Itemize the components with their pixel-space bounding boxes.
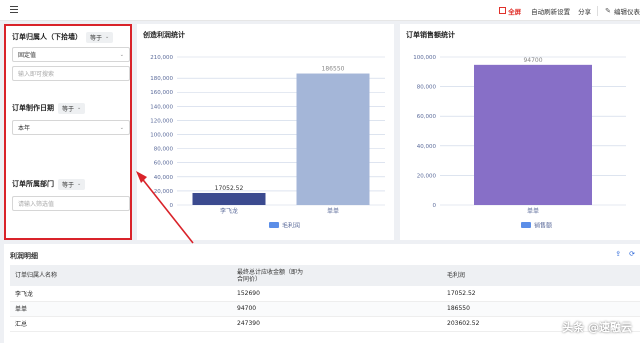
y-tick-label: 100,000 (150, 133, 173, 139)
profit-detail-card: 利润明细 ⇪ ⟳ 订单归属人名称 最终总计应收金额（即为 合同价） 毛利润 李飞… (4, 244, 640, 343)
fullscreen-button[interactable]: 全屏 (499, 6, 521, 16)
y-tick-label: 60,000 (417, 114, 437, 120)
operator-select[interactable]: 等于 ⌄ (58, 102, 86, 114)
x-tick-label: 单单 (327, 207, 339, 215)
bar (474, 64, 592, 206)
value-type-select[interactable]: 固定值 ⌄ (12, 47, 130, 62)
table-cell: 17052.52 (442, 286, 640, 302)
auto-refresh-button[interactable]: 自动刷新设置 (531, 6, 570, 16)
y-tick-label: 80,000 (417, 85, 437, 91)
y-tick-label: 40,000 (417, 144, 437, 150)
y-tick-label: 210,000 (150, 55, 173, 61)
y-tick-label: 60,000 (154, 161, 174, 167)
y-tick-label: 100,000 (413, 55, 436, 61)
y-tick-label: 20,000 (417, 173, 437, 179)
chevron-down-icon: ⌄ (77, 181, 82, 187)
date-select[interactable]: 本年 ⌄ (12, 120, 130, 135)
y-tick-label: 140,000 (150, 104, 173, 110)
filter-title: 订单归属人（下拾墙） (12, 33, 82, 41)
bar (296, 73, 370, 205)
y-tick-label: 20,000 (154, 189, 174, 195)
filter-group-date: 订单制作日期 等于 ⌄ 本年 ⌄ (12, 102, 130, 135)
legend-label: 毛利润 (282, 222, 300, 230)
x-tick-label: 单单 (527, 207, 539, 215)
department-input[interactable]: 请输入筛选值 (12, 196, 130, 211)
top-bar: 全屏 自动刷新设置 分享 ✎ 编辑仪表 (0, 0, 640, 21)
profit-table: 订单归属人名称 最终总计应收金额（即为 合同价） 毛利润 李飞龙 152690 … (10, 265, 640, 332)
table-actions: ⇪ ⟳ (607, 250, 635, 258)
data-label: 94700 (523, 57, 542, 64)
toolbar-divider (597, 5, 599, 16)
sales-chart-card: 订单销售额统计 0 20,000 40,000 60,000 80,000 100,000… (400, 24, 640, 240)
table-row: 单单 94700 186550 (10, 301, 640, 317)
bar (192, 192, 266, 205)
table-cell: 汇总 (10, 316, 232, 332)
y-tick-label: 180,000 (150, 76, 173, 82)
legend-label: 销售额 (534, 222, 552, 230)
refresh-icon[interactable]: ⟳ (629, 250, 635, 258)
table-row: 李飞龙 152690 17052.52 (10, 286, 640, 302)
y-tick-label: 40,000 (154, 175, 174, 181)
operator-select[interactable]: 等于 ⌄ (86, 31, 114, 43)
chevron-down-icon: ⌄ (77, 105, 82, 111)
chevron-down-icon: ⌄ (119, 124, 124, 131)
fullscreen-icon (499, 7, 507, 14)
table-header-row: 订单归属人名称 最终总计应收金额（即为 合同价） 毛利润 (10, 265, 640, 286)
table-row: 汇总 247390 203602.52 (10, 316, 640, 332)
y-tick-label: 0 (433, 203, 437, 209)
profit-chart: 0 20,000 40,000 60,000 80,000 100,000 120,000 1… (150, 55, 385, 230)
chevron-down-icon: ⌄ (119, 51, 124, 58)
watermark: 头条 @速融云 (562, 321, 632, 334)
column-header[interactable]: 毛利润 (442, 265, 640, 286)
owner-search-input[interactable]: 输入即可搜索 (12, 66, 130, 81)
table-cell: 单单 (10, 301, 232, 317)
data-label: 17052.52 (215, 185, 244, 192)
data-label: 186550 (322, 66, 345, 73)
y-tick-label: 120,000 (150, 118, 173, 124)
legend-swatch (269, 222, 279, 228)
pencil-icon: ✎ (605, 6, 611, 15)
y-tick-label: 160,000 (150, 90, 173, 96)
share-button[interactable]: 分享 (578, 6, 591, 16)
table-title: 利润明细 (10, 252, 38, 260)
column-header[interactable]: 订单归属人名称 (10, 265, 232, 286)
chevron-down-icon: ⌄ (105, 34, 110, 40)
x-tick-label: 李飞龙 (220, 207, 238, 215)
export-icon[interactable]: ⇪ (615, 250, 621, 258)
table-cell: 李飞龙 (10, 286, 232, 302)
y-tick-label: 0 (170, 203, 174, 209)
filter-panel: 订单归属人（下拾墙） 等于 ⌄ 固定值 ⌄ 输入即可搜索 订单制作日期 等于 ⌄ 本年… (4, 24, 132, 240)
table-cell: 247390 (232, 316, 442, 332)
menu-icon[interactable] (10, 6, 18, 14)
filter-title: 订单所属部门 (12, 180, 54, 188)
toolbar-actions: 全屏 自动刷新设置 分享 ✎ 编辑仪表 (499, 0, 640, 21)
legend-swatch (521, 222, 531, 228)
y-tick-label: 80,000 (154, 147, 174, 153)
edit-dashboard-button[interactable]: ✎ 编辑仪表 (605, 6, 640, 16)
filter-title: 订单制作日期 (12, 104, 54, 112)
table-cell: 186550 (442, 301, 640, 317)
filter-group-owner: 订单归属人（下拾墙） 等于 ⌄ 固定值 ⌄ 输入即可搜索 (12, 31, 130, 81)
column-header[interactable]: 最终总计应收金额（即为 合同价） (232, 265, 442, 286)
operator-select[interactable]: 等于 ⌄ (58, 178, 86, 190)
sales-chart: 0 20,000 40,000 60,000 80,000 100,000 94700 单单销… (413, 55, 626, 230)
filter-group-department: 订单所属部门 等于 ⌄ 请输入筛选值 (12, 178, 130, 211)
table-cell: 152690 (232, 286, 442, 302)
profit-chart-card: 创造利润统计 0 20,000 40,000 60,000 80,000 100,000 1… (137, 24, 394, 240)
table-cell: 94700 (232, 301, 442, 317)
